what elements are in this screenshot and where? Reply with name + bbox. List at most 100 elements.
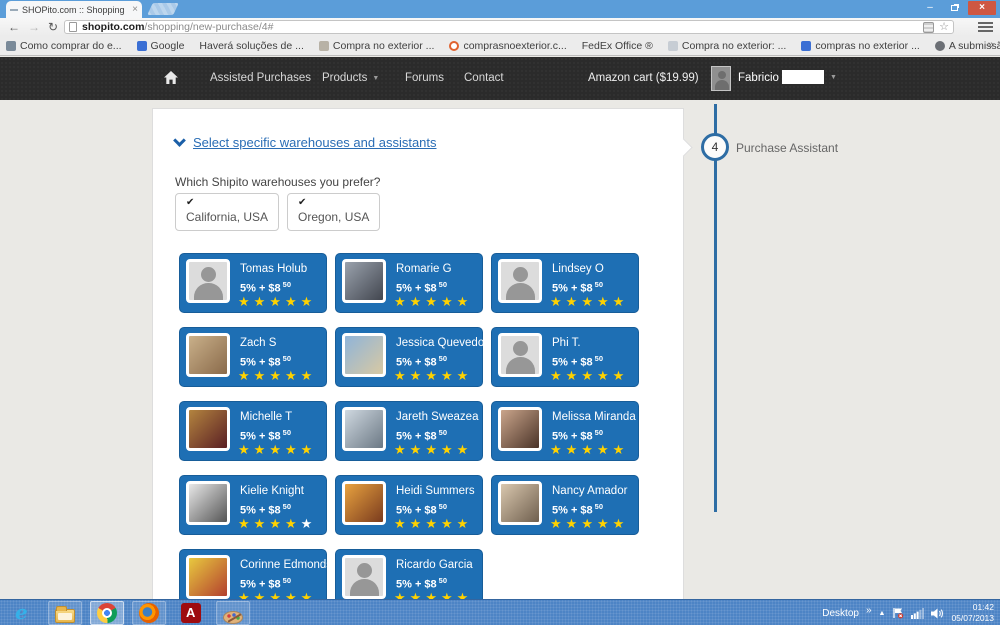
browser-tab[interactable]: SHOPito.com :: Shopping × [6,1,142,18]
assistant-card[interactable]: Romarie G5% + $850★★★★★ [335,253,483,313]
bookmark-item[interactable]: comprasnoexterior.c... [449,40,566,52]
assistant-card[interactable]: Tomas Holub5% + $850★★★★★ [179,253,327,313]
assistant-card[interactable]: Jessica Quevedo5% + $850★★★★★ [335,327,483,387]
bookmark-item[interactable]: Como comprar do e... [6,40,122,52]
warehouse-question: Which Shipito warehouses you prefer? [175,175,380,189]
bookmark-item[interactable]: Haverá soluções de ... [199,40,303,52]
price-cents: 50 [439,280,447,289]
amazon-cart-link[interactable]: Amazon cart ($19.99) [588,72,699,84]
assistant-rating: ★★★★★ [394,442,468,458]
assistant-avatar [342,555,386,599]
volume-icon[interactable] [931,608,944,619]
assistant-card[interactable]: Nancy Amador5% + $850★★★★★ [491,475,639,535]
assistant-rating: ★★★★★ [550,442,624,458]
user-caret-down-icon[interactable]: ▼ [830,74,837,81]
taskbar-button-paint[interactable] [216,601,250,625]
assistant-card[interactable]: Heidi Summers5% + $850★★★★★ [335,475,483,535]
extension-icon[interactable] [923,22,934,33]
star-icon: ★ [269,516,281,532]
assistant-rating: ★★★★★ [394,590,468,599]
back-button[interactable]: ← [8,19,20,35]
assistant-card[interactable]: Lindsey O5% + $850★★★★★ [491,253,639,313]
assistant-card[interactable]: Melissa Miranda5% + $850★★★★★ [491,401,639,461]
bookmark-star-icon[interactable]: ☆ [939,22,949,33]
assistant-card[interactable]: Corinne Edmonds5% + $850★★★★★ [179,549,327,599]
assistant-card[interactable]: Michelle T5% + $850★★★★★ [179,401,327,461]
price-main: 5% + $8 [240,283,281,295]
redacted-surname [782,70,824,84]
warehouse-label: Oregon, USA [298,210,369,224]
star-icon: ★ [254,294,266,310]
nav-item-assisted-purchases[interactable]: Assisted Purchases [210,72,311,84]
home-icon[interactable] [163,70,179,85]
nav-item-forums[interactable]: Forums [405,72,444,84]
warehouse-option[interactable]: ✔California, USA [175,193,279,231]
assistant-card[interactable]: Zach S5% + $850★★★★★ [179,327,327,387]
star-icon: ★ [566,442,578,458]
window-minimize-button[interactable]: – [920,1,940,15]
bookmark-item[interactable]: Google [137,40,185,52]
bookmarks-overflow-icon[interactable]: » [988,39,994,51]
star-icon: ★ [441,294,453,310]
nav-item-label: Products [322,72,367,84]
star-icon: ★ [238,368,250,384]
chrome-menu-icon[interactable] [978,22,993,32]
star-icon: ★ [238,516,250,532]
bookmark-item[interactable]: compras no exterior ... [801,40,919,52]
nav-item-products[interactable]: Products▼ [322,72,379,84]
tray-expand-icon[interactable]: ▲ [879,610,886,617]
taskbar-button-adobe-reader[interactable] [174,601,208,625]
taskbar-button-file-explorer[interactable] [48,601,82,625]
star-icon: ★ [254,368,266,384]
star-icon: ★ [566,368,578,384]
warehouse-option[interactable]: ✔Oregon, USA [287,193,380,231]
url-text: shopito.com/shopping/new-purchase/4# [82,21,923,33]
select-warehouses-link[interactable]: Select specific warehouses and assistant… [193,135,437,150]
new-tab-button[interactable] [147,3,179,15]
star-icon: ★ [301,590,313,599]
assistant-card[interactable]: Phi T.5% + $850★★★★★ [491,327,639,387]
bookmark-item[interactable]: FedEx Office ® [582,40,653,52]
assistant-card[interactable]: Ricardo Garcia5% + $850★★★★★ [335,549,483,599]
window-restore-button[interactable] [944,1,964,15]
address-bar[interactable]: shopito.com/shopping/new-purchase/4# ☆ [64,20,954,34]
forward-button[interactable]: → [28,19,40,35]
assistant-price: 5% + $850 [396,428,447,443]
desktop-toolbar-label[interactable]: Desktop [822,608,859,619]
tray-chevrons-icon[interactable]: » [866,605,872,616]
action-center-flag-icon[interactable] [892,607,904,619]
bookmark-item[interactable]: Compra no exterior ... [319,40,435,52]
star-icon: ★ [410,442,422,458]
star-icon: ★ [550,368,562,384]
price-cents: 50 [283,576,291,585]
assistant-rating: ★★★★★ [394,368,468,384]
network-icon[interactable] [911,608,924,619]
star-icon: ★ [581,294,593,310]
star-icon: ★ [457,368,469,384]
taskbar-button-chrome[interactable] [90,601,124,625]
star-icon: ★ [394,294,406,310]
assistant-card[interactable]: Kielie Knight5% + $850★★★★★ [179,475,327,535]
star-icon: ★ [410,294,422,310]
assistant-card[interactable]: Jareth Sweazea5% + $850★★★★★ [335,401,483,461]
price-main: 5% + $8 [396,431,437,443]
reload-button[interactable]: ↻ [48,19,58,35]
assistant-price: 5% + $850 [552,502,603,517]
taskbar-button-internet-explorer[interactable] [6,601,40,625]
bookmark-label: compras no exterior ... [815,40,919,52]
nav-item-contact[interactable]: Contact [464,72,504,84]
assistant-rating: ★★★★★ [238,442,312,458]
tab-close-icon[interactable]: × [132,5,138,15]
user-name[interactable]: Fabricio [738,72,779,84]
window-close-button[interactable]: × [968,1,996,15]
system-tray: Desktop » ▲ 01:42 05/07/2013 [822,600,1000,625]
star-icon: ★ [613,294,625,310]
assistant-avatar [186,555,230,599]
bookmark-item[interactable]: Compra no exterior: ... [668,40,786,52]
star-icon: ★ [269,294,281,310]
taskbar-clock[interactable]: 01:42 05/07/2013 [951,602,994,623]
taskbar-button-firefox[interactable] [132,601,166,625]
assistant-avatar [186,407,230,451]
assistant-name: Nancy Amador [552,485,627,497]
restore-icon [951,5,958,11]
